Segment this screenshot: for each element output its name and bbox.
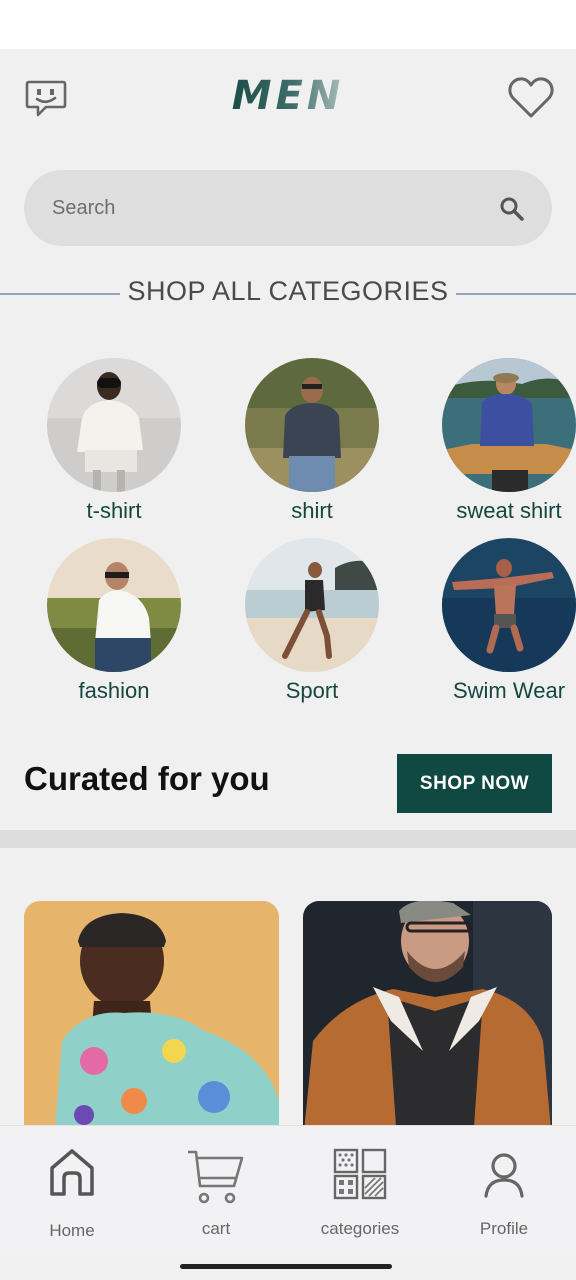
heart-icon[interactable]: [507, 76, 555, 120]
home-indicator: [180, 1264, 392, 1269]
category-t-shirt[interactable]: t-shirt: [29, 358, 199, 524]
search-input[interactable]: [52, 170, 482, 246]
home-icon: [0, 1148, 144, 1201]
search-icon[interactable]: [499, 196, 525, 222]
product-card[interactable]: [303, 901, 552, 1141]
product-image: [24, 901, 279, 1141]
category-label: Swim Wear: [452, 678, 566, 703]
category-swim-wear[interactable]: Swim Wear: [424, 538, 576, 704]
product-card[interactable]: [24, 901, 279, 1141]
category-image: [245, 358, 379, 492]
category-sweat-shirt[interactable]: sweat shirt: [424, 358, 576, 524]
category-label: Sport: [285, 678, 339, 703]
section-divider: [0, 830, 576, 848]
category-sport[interactable]: Sport: [227, 538, 397, 704]
curated-title: Curated for you: [24, 760, 270, 797]
category-label: fashion: [78, 678, 150, 703]
bottom-nav: Home cart categories Profile: [0, 1125, 576, 1255]
cart-icon: [144, 1146, 288, 1211]
app-logo: MEN: [231, 73, 345, 119]
profile-icon: [432, 1152, 576, 1203]
categories-header: SHOP ALL CATEGORIES: [0, 270, 576, 316]
status-bar: [0, 0, 576, 49]
category-image: [245, 538, 379, 672]
section-title: SHOP ALL CATEGORIES: [127, 276, 449, 306]
category-label: t-shirt: [86, 498, 142, 523]
category-image: [47, 538, 181, 672]
category-image: [442, 358, 576, 492]
category-fashion[interactable]: fashion: [29, 538, 199, 704]
nav-cart[interactable]: cart: [144, 1126, 288, 1256]
shop-now-button[interactable]: SHOP NOW: [397, 754, 552, 813]
category-image: [47, 358, 181, 492]
nav-home-label: Home: [49, 1221, 95, 1240]
category-shirt[interactable]: shirt: [227, 358, 397, 524]
category-label: sweat shirt: [456, 498, 562, 523]
nav-profile-label: Profile: [479, 1219, 529, 1238]
nav-categories[interactable]: categories: [288, 1126, 432, 1256]
nav-profile[interactable]: Profile: [432, 1126, 576, 1256]
nav-categories-label: categories: [320, 1219, 400, 1238]
nav-home[interactable]: Home: [0, 1126, 144, 1256]
product-image: [303, 901, 552, 1141]
app-header: MEN: [0, 49, 576, 149]
categories-icon: [288, 1148, 432, 1205]
nav-cart-label: cart: [201, 1219, 231, 1238]
search-bar[interactable]: [24, 170, 552, 246]
category-image: [442, 538, 576, 672]
category-label: shirt: [291, 498, 333, 523]
